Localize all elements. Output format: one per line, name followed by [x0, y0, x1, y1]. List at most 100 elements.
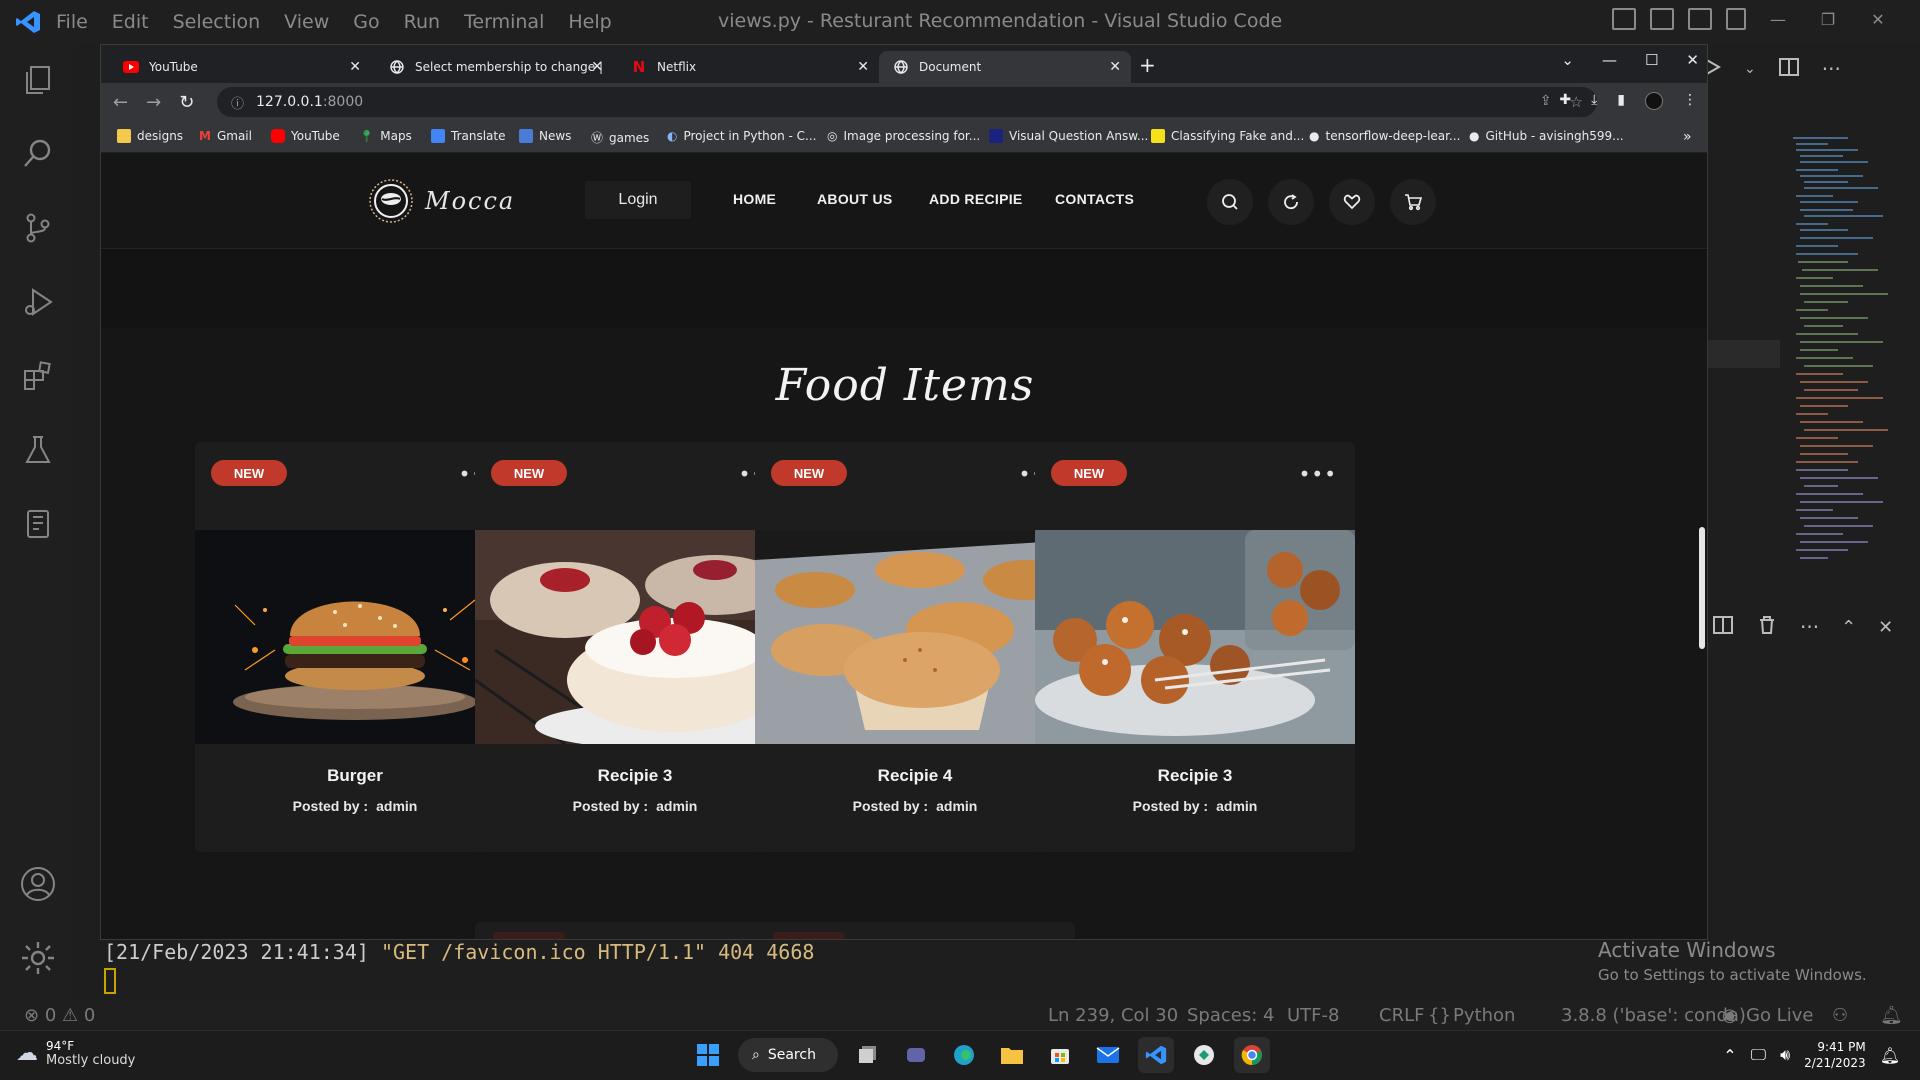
donut-image[interactable]	[475, 530, 795, 744]
weather-widget[interactable]: ☁ 94°F Mostly cloudy	[16, 1039, 135, 1068]
language-mode[interactable]: Python	[1453, 1005, 1515, 1026]
brand-logo[interactable]: Mocca	[367, 177, 515, 225]
browser-maximize-icon[interactable]: ☐	[1645, 51, 1658, 69]
tab-youtube[interactable]: YouTube ✕	[109, 51, 371, 83]
recipe-title[interactable]: Recipie 4	[755, 766, 1075, 786]
split-terminal-icon[interactable]	[1712, 614, 1734, 640]
nav-home[interactable]: HOME	[733, 191, 776, 207]
edge-icon[interactable]	[946, 1037, 982, 1073]
teams-chat-icon[interactable]	[898, 1037, 934, 1073]
taskbar-search[interactable]: ⌕ Search	[738, 1038, 838, 1072]
app-icon[interactable]	[1186, 1037, 1222, 1073]
toggle-secondary-sidebar-icon[interactable]	[1688, 8, 1712, 30]
close-panel-icon[interactable]: ✕	[1878, 617, 1893, 638]
clock[interactable]: 9:41 PM 2/21/2023	[1804, 1039, 1866, 1071]
chevron-down-icon[interactable]: ⌄	[1744, 61, 1756, 77]
recipe-card[interactable]: NEW •••	[195, 442, 515, 852]
menu-help[interactable]: Help	[568, 11, 611, 33]
cursor-position[interactable]: Ln 239, Col 30	[1048, 1005, 1178, 1026]
accounts-icon[interactable]	[18, 864, 58, 904]
notifications-bell-icon[interactable]: 🔔︎	[1880, 1005, 1903, 1026]
recipe-card-partial[interactable]	[755, 922, 1075, 939]
start-windows-icon[interactable]	[690, 1037, 726, 1073]
recipe-card[interactable]: NEW ••• Recipie 3 Posted by : admin	[1035, 442, 1355, 852]
toggle-panel-icon[interactable]	[1650, 8, 1674, 30]
bookmark-vqa[interactable]: Visual Question Answ...	[989, 129, 1148, 143]
share-icon[interactable]: ⇪	[1540, 93, 1552, 111]
recipe-title[interactable]: Recipie 3	[1035, 766, 1355, 786]
side-panel-icon[interactable]: ▮	[1617, 92, 1625, 110]
notifications-icon[interactable]: 🔔︎	[1880, 1046, 1900, 1065]
customize-layout-icon[interactable]	[1726, 8, 1746, 30]
download-icon[interactable]: ⤓	[1591, 92, 1597, 110]
bookmark-news[interactable]: News	[519, 129, 571, 143]
nav-about-us[interactable]: ABOUT US	[817, 191, 893, 207]
tab-close-icon[interactable]: ✕	[1109, 59, 1121, 75]
browser-close-icon[interactable]: ✕	[1686, 51, 1699, 69]
menu-file[interactable]: File	[56, 11, 88, 33]
more-actions-icon[interactable]: ···	[1822, 57, 1841, 81]
bookmark-tensorflow[interactable]: ● tensorflow-deep-lear...	[1309, 129, 1460, 143]
testing-icon[interactable]	[18, 430, 58, 470]
recipe-card-partial[interactable]	[475, 922, 795, 939]
burger-image[interactable]	[195, 530, 515, 744]
source-control-icon[interactable]	[18, 208, 58, 248]
nav-contacts[interactable]: CONTACTS	[1055, 191, 1134, 207]
more-options-icon[interactable]: •••	[1299, 462, 1337, 486]
line-ending[interactable]: CRLF	[1379, 1005, 1424, 1026]
browser-menu-icon[interactable]: ⋮	[1683, 92, 1697, 110]
address-bar[interactable]: ⓘ 127.0.0.1:8000 ⇪ ☆	[217, 87, 1597, 117]
profile-avatar[interactable]	[1645, 92, 1663, 110]
login-button[interactable]: Login	[585, 181, 691, 219]
microsoft-store-icon[interactable]	[1042, 1037, 1078, 1073]
indentation[interactable]: Spaces: 4	[1187, 1005, 1274, 1026]
tab-document[interactable]: Document ✕	[879, 51, 1131, 83]
bookmark-gmail[interactable]: M Gmail	[199, 129, 252, 143]
new-tab-button[interactable]: +	[1139, 53, 1156, 77]
tab-close-icon[interactable]: ✕	[857, 59, 869, 75]
muffin-image[interactable]	[755, 530, 1075, 744]
site-info-icon[interactable]: ⓘ	[231, 93, 244, 112]
bookmark-designs[interactable]: designs	[117, 129, 183, 143]
bookmark-project-python[interactable]: ◐ Project in Python - C...	[667, 129, 817, 143]
problems-status[interactable]: ⊗ 0 ⚠ 0	[24, 1005, 95, 1026]
bookmark-games[interactable]: Ⓦgames	[591, 129, 649, 146]
extensions-icon[interactable]	[18, 356, 58, 396]
tab-netflix[interactable]: N Netflix ✕	[617, 51, 879, 83]
menu-edit[interactable]: Edit	[112, 11, 149, 33]
tab-django-admin[interactable]: Select membership to change | Djan ✕	[375, 51, 613, 83]
menu-run[interactable]: Run	[404, 11, 440, 33]
recipe-title[interactable]: Burger	[195, 766, 515, 786]
cart-button[interactable]	[1390, 179, 1436, 225]
task-view-icon[interactable]	[850, 1037, 886, 1073]
close-window-icon[interactable]: ✕	[1860, 10, 1896, 29]
url-text[interactable]: 127.0.0.1:8000	[256, 94, 363, 110]
recipe-card[interactable]: NEW •••	[475, 442, 795, 852]
nav-add-recipie[interactable]: ADD RECIPIE	[929, 191, 1023, 207]
settings-gear-icon[interactable]	[18, 938, 58, 978]
notebook-icon[interactable]	[18, 504, 58, 544]
extensions-puzzle-icon[interactable]: ✚	[1559, 92, 1571, 110]
menu-go[interactable]: Go	[353, 11, 379, 33]
more-panel-icon[interactable]: ···	[1800, 615, 1819, 639]
go-live-button[interactable]: Go Live	[1746, 1005, 1813, 1026]
recipe-card[interactable]: NEW ••• Recipie 4 Posted by :admin	[755, 442, 1075, 852]
minimize-icon[interactable]: —	[1760, 10, 1796, 29]
refresh-button[interactable]	[1268, 179, 1314, 225]
terminal-cursor[interactable]	[104, 968, 116, 994]
menu-view[interactable]: View	[284, 11, 329, 33]
search-button[interactable]	[1207, 179, 1253, 225]
menu-terminal[interactable]: Terminal	[464, 11, 544, 33]
reload-icon[interactable]: ↻	[179, 92, 194, 113]
wishlist-button[interactable]	[1329, 179, 1375, 225]
encoding[interactable]: UTF-8	[1287, 1005, 1339, 1026]
menu-selection[interactable]: Selection	[173, 11, 261, 33]
chrome-icon[interactable]	[1234, 1037, 1270, 1073]
search-icon[interactable]	[18, 134, 58, 174]
bookmark-translate[interactable]: Translate	[431, 129, 506, 143]
kill-terminal-icon[interactable]	[1756, 614, 1778, 640]
maximize-panel-icon[interactable]: ⌃	[1841, 617, 1856, 638]
recipe-title[interactable]: Recipie 3	[475, 766, 795, 786]
explorer-icon[interactable]	[18, 60, 58, 100]
back-icon[interactable]: ←	[113, 92, 128, 113]
